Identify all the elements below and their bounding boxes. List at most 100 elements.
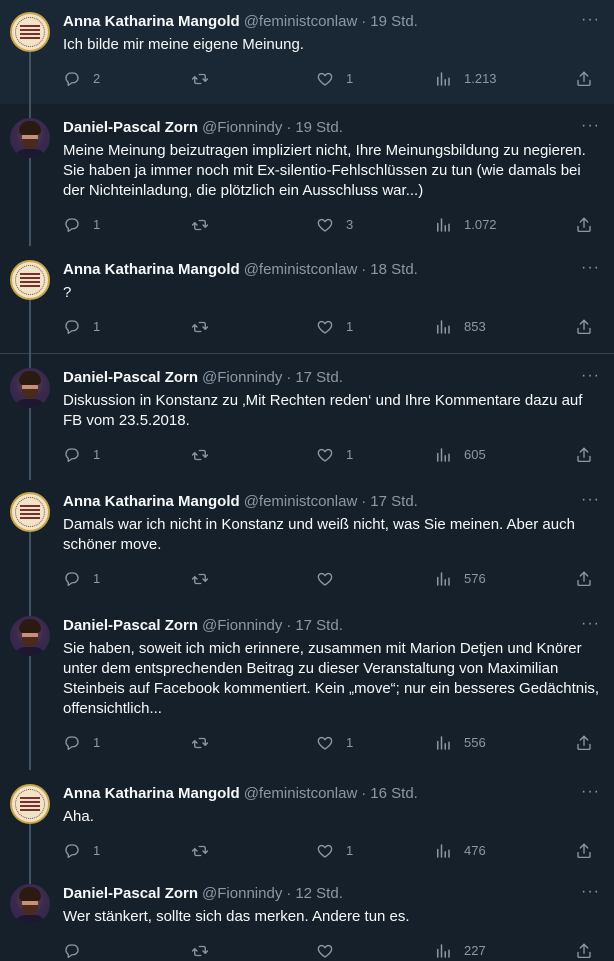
reply-button[interactable]: 1 bbox=[63, 841, 191, 861]
retweet-button[interactable] bbox=[191, 570, 316, 588]
share-button[interactable] bbox=[575, 216, 593, 234]
views-button[interactable]: 576 bbox=[434, 569, 575, 589]
more-icon[interactable]: ··· bbox=[581, 614, 600, 634]
author-name[interactable]: Anna Katharina Mangold bbox=[63, 784, 240, 804]
author-name[interactable]: Daniel-Pascal Zorn bbox=[63, 118, 198, 138]
like-button[interactable]: 3 bbox=[316, 215, 434, 235]
reply-button[interactable]: 1 bbox=[63, 215, 191, 235]
tweet-actions: 2 1 1.213 bbox=[63, 69, 600, 89]
retweet-icon bbox=[191, 945, 209, 957]
views-button[interactable]: 853 bbox=[434, 317, 575, 337]
views-button[interactable]: 605 bbox=[434, 445, 575, 465]
like-button[interactable] bbox=[316, 942, 434, 960]
like-button[interactable]: 1 bbox=[316, 317, 434, 337]
author-handle[interactable]: @Fionnindy bbox=[202, 368, 282, 388]
timestamp[interactable]: 12 Std. bbox=[295, 884, 343, 904]
author-handle[interactable]: @feministconlaw bbox=[244, 260, 358, 280]
reply-button[interactable]: 1 bbox=[63, 569, 191, 589]
more-icon[interactable]: ··· bbox=[581, 782, 600, 802]
like-icon bbox=[317, 844, 333, 858]
tweet-header: Anna Katharina Mangold @feministconlaw · 19… bbox=[63, 12, 600, 32]
tweet[interactable]: Daniel-Pascal Zorn @Fionnindy · 17 Std. ··· S… bbox=[0, 602, 614, 770]
timestamp[interactable]: 16 Std. bbox=[370, 784, 418, 804]
author-name[interactable]: Daniel-Pascal Zorn bbox=[63, 368, 198, 388]
author-name[interactable]: Anna Katharina Mangold bbox=[63, 260, 240, 280]
share-button[interactable] bbox=[575, 570, 593, 588]
author-name[interactable]: Anna Katharina Mangold bbox=[63, 492, 240, 512]
share-button[interactable] bbox=[575, 734, 593, 752]
more-icon[interactable]: ··· bbox=[581, 10, 600, 30]
thread-connector-line bbox=[29, 354, 31, 368]
reply-button[interactable]: 1 bbox=[63, 733, 191, 753]
reply-icon bbox=[65, 844, 79, 859]
author-name[interactable]: Daniel-Pascal Zorn bbox=[63, 884, 198, 904]
retweet-button[interactable] bbox=[191, 70, 316, 88]
retweet-button[interactable] bbox=[191, 446, 316, 464]
share-button[interactable] bbox=[575, 70, 593, 88]
author-handle[interactable]: @feministconlaw bbox=[244, 784, 358, 804]
more-icon[interactable]: ··· bbox=[581, 116, 600, 136]
tweet-actions: 1 3 1.072 bbox=[63, 215, 600, 235]
share-button[interactable] bbox=[575, 942, 593, 960]
avatar[interactable] bbox=[10, 492, 50, 532]
retweet-button[interactable] bbox=[191, 734, 316, 752]
author-handle[interactable]: @feministconlaw bbox=[244, 12, 358, 32]
reply-button[interactable]: 1 bbox=[63, 317, 191, 337]
reply-button[interactable] bbox=[63, 942, 191, 960]
avatar[interactable] bbox=[10, 784, 50, 824]
avatar[interactable] bbox=[10, 12, 50, 52]
views-button[interactable]: 227 bbox=[434, 941, 575, 961]
reply-button[interactable]: 2 bbox=[63, 69, 191, 89]
reply-button[interactable]: 1 bbox=[63, 445, 191, 465]
retweet-button[interactable] bbox=[191, 216, 316, 234]
avatar[interactable] bbox=[10, 884, 50, 924]
more-icon[interactable]: ··· bbox=[581, 258, 600, 278]
views-button[interactable]: 1.072 bbox=[434, 215, 575, 235]
tweet[interactable]: Anna Katharina Mangold @feministconlaw · 19… bbox=[0, 0, 614, 104]
retweet-button[interactable] bbox=[191, 318, 316, 336]
like-button[interactable]: 1 bbox=[316, 445, 434, 465]
views-button[interactable]: 1.213 bbox=[434, 69, 575, 89]
tweet[interactable]: Daniel-Pascal Zorn @Fionnindy · 17 Std. ··· D… bbox=[0, 354, 614, 480]
like-icon bbox=[317, 572, 333, 586]
share-button[interactable] bbox=[575, 446, 593, 464]
avatar[interactable] bbox=[10, 368, 50, 408]
reply-count: 1 bbox=[93, 843, 101, 858]
share-button[interactable] bbox=[575, 318, 593, 336]
timestamp[interactable]: 17 Std. bbox=[295, 616, 343, 636]
avatar[interactable] bbox=[10, 118, 50, 158]
like-button[interactable] bbox=[316, 570, 434, 588]
views-button[interactable]: 476 bbox=[434, 841, 575, 861]
tweet[interactable]: Anna Katharina Mangold @feministconlaw · 18… bbox=[0, 246, 614, 354]
thread-connector-line bbox=[29, 298, 31, 354]
tweet[interactable]: Anna Katharina Mangold @feministconlaw · 16… bbox=[0, 770, 614, 874]
like-button[interactable]: 1 bbox=[316, 841, 434, 861]
views-button[interactable]: 556 bbox=[434, 733, 575, 753]
tweet[interactable]: Daniel-Pascal Zorn @Fionnindy · 12 Std. ··· W… bbox=[0, 874, 614, 960]
timestamp[interactable]: 19 Std. bbox=[370, 12, 418, 32]
timestamp[interactable]: 17 Std. bbox=[370, 492, 418, 512]
like-button[interactable]: 1 bbox=[316, 733, 434, 753]
author-handle[interactable]: @Fionnindy bbox=[202, 118, 282, 138]
retweet-button[interactable] bbox=[191, 942, 316, 960]
timestamp[interactable]: 17 Std. bbox=[295, 368, 343, 388]
share-button[interactable] bbox=[575, 842, 593, 860]
like-count: 1 bbox=[346, 319, 354, 334]
author-name[interactable]: Daniel-Pascal Zorn bbox=[63, 616, 198, 636]
more-icon[interactable]: ··· bbox=[581, 490, 600, 510]
timestamp[interactable]: 19 Std. bbox=[295, 118, 343, 138]
author-handle[interactable]: @Fionnindy bbox=[202, 884, 282, 904]
thread-connector-line bbox=[29, 52, 31, 104]
tweet[interactable]: Daniel-Pascal Zorn @Fionnindy · 19 Std. ··· M… bbox=[0, 104, 614, 246]
author-handle[interactable]: @Fionnindy bbox=[202, 616, 282, 636]
author-handle[interactable]: @feministconlaw bbox=[244, 492, 358, 512]
avatar[interactable] bbox=[10, 260, 50, 300]
author-name[interactable]: Anna Katharina Mangold bbox=[63, 12, 240, 32]
tweet[interactable]: Anna Katharina Mangold @feministconlaw · 17… bbox=[0, 480, 614, 602]
like-button[interactable]: 1 bbox=[316, 69, 434, 89]
more-icon[interactable]: ··· bbox=[581, 882, 600, 902]
more-icon[interactable]: ··· bbox=[581, 366, 600, 386]
retweet-button[interactable] bbox=[191, 842, 316, 860]
avatar[interactable] bbox=[10, 616, 50, 656]
timestamp[interactable]: 18 Std. bbox=[370, 260, 418, 280]
